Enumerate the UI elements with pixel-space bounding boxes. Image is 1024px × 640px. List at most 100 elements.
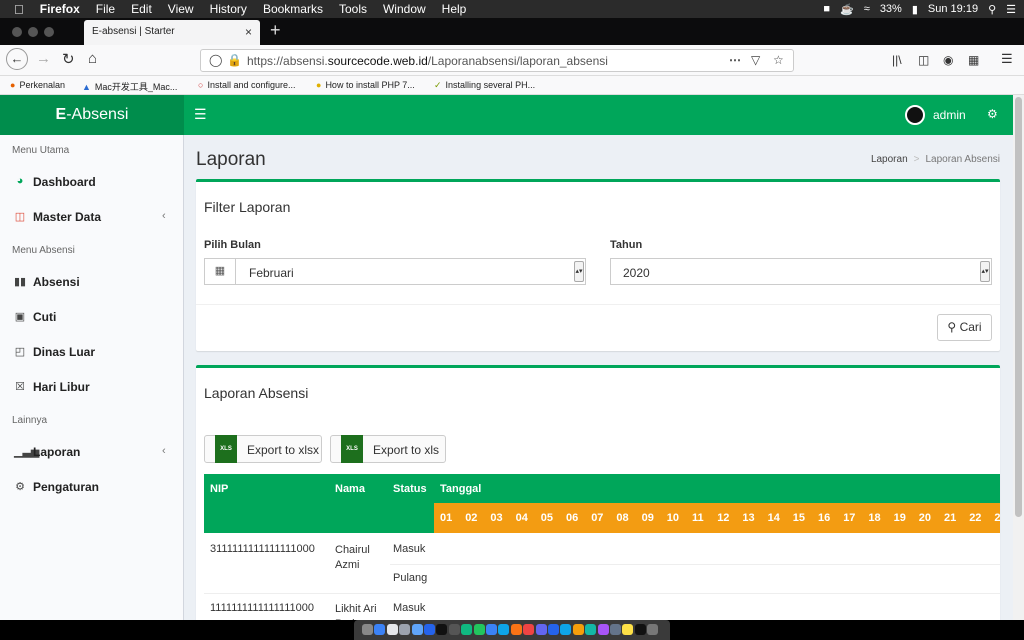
dock-app-icon[interactable]: [523, 624, 535, 635]
close-tab-icon[interactable]: ×: [245, 25, 252, 39]
sidebar-item-pengaturan[interactable]: ⚙ Pengaturan: [0, 472, 184, 502]
dock-app-icon[interactable]: [461, 624, 473, 635]
spotlight-icon[interactable]: ⚲: [988, 3, 996, 16]
dock-app-icon[interactable]: [424, 624, 435, 635]
menu-window[interactable]: Window: [383, 2, 426, 16]
reload-icon[interactable]: ↻: [62, 50, 75, 68]
table-cell-nama: Chairul Azmi: [335, 544, 370, 571]
menu-history[interactable]: History: [210, 2, 247, 16]
dock-app-icon[interactable]: [634, 624, 646, 635]
url-text[interactable]: https://absensi.sourcecode.web.id/Lapora…: [247, 54, 608, 68]
sidebar-item-dashboard[interactable]: ◕ Dashboard: [0, 167, 184, 197]
breadcrumb-link[interactable]: Laporan: [871, 154, 908, 165]
bookmark-item[interactable]: ✓ Installing several PH...: [434, 80, 535, 91]
sidebar-item-absensi[interactable]: ▮▮ Absensi: [0, 267, 184, 297]
home-icon[interactable]: ⌂: [88, 50, 97, 67]
app-logo[interactable]: E-Absensi: [0, 95, 184, 135]
new-tab-icon[interactable]: +: [270, 20, 281, 41]
year-select[interactable]: 2020 ▴▾: [610, 258, 992, 285]
bookmark-item[interactable]: ● Perkenalan: [10, 80, 65, 90]
url-bar[interactable]: ◯ 🔒 https://absensi.sourcecode.web.id/La…: [200, 49, 794, 72]
dock-app-icon[interactable]: [399, 624, 411, 635]
menu-bookmarks[interactable]: Bookmarks: [263, 2, 323, 16]
sidebar-toggle-icon[interactable]: ◫: [918, 53, 929, 67]
zoom-window-button[interactable]: [44, 27, 54, 37]
year-label: Tahun: [610, 239, 643, 251]
user-name[interactable]: admin: [933, 108, 966, 122]
back-icon[interactable]: ←: [6, 48, 28, 70]
sidebar-item-cuti[interactable]: ▣ Cuti: [0, 302, 184, 332]
sidebar-item-dinas-luar[interactable]: ◰ Dinas Luar: [0, 337, 184, 367]
row-divider: [390, 564, 1000, 565]
dock-app-icon[interactable]: [498, 624, 510, 635]
notification-icon[interactable]: ■: [823, 3, 830, 15]
dock-app-icon[interactable]: [362, 624, 373, 635]
extension-icon[interactable]: ▦: [968, 53, 979, 67]
browser-tab[interactable]: E-absensi | Starter ×: [84, 20, 260, 45]
dock-app-icon[interactable]: [610, 624, 621, 635]
menu-view[interactable]: View: [168, 2, 194, 16]
sidebar-item-master-data[interactable]: ◫ Master Data ‹: [0, 202, 184, 232]
dock-app-icon[interactable]: [448, 624, 460, 635]
user-avatar[interactable]: [905, 105, 925, 125]
clock[interactable]: Sun 19:19: [928, 3, 978, 15]
sidebar-toggle-icon[interactable]: ☰: [194, 106, 207, 123]
dock-app-icon[interactable]: [473, 624, 485, 635]
export-xlsx-button[interactable]: XLS Export to xlsx: [204, 435, 322, 463]
dock-app-icon[interactable]: [535, 624, 547, 635]
hamburger-menu-icon[interactable]: ☰: [1001, 51, 1013, 67]
dock-app-icon[interactable]: [585, 624, 597, 635]
export-xls-button[interactable]: XLS Export to xls: [330, 435, 446, 463]
menu-edit[interactable]: Edit: [131, 2, 152, 16]
bookmark-star-icon[interactable]: ☆: [773, 53, 784, 67]
library-icon[interactable]: ||\: [892, 53, 902, 67]
month-select[interactable]: ▦ Februari ▴▾: [204, 258, 586, 285]
dock-app-icon[interactable]: [411, 624, 423, 635]
apple-menu-icon[interactable]: : [14, 2, 24, 17]
page-actions-icon[interactable]: ⋯: [729, 53, 741, 67]
dock-app-icon[interactable]: [386, 624, 398, 635]
wifi-icon[interactable]: ≈: [864, 3, 870, 15]
sidebar-header: Menu Utama: [12, 145, 70, 156]
chevron-left-icon: ‹: [162, 210, 166, 222]
sidebar-item-laporan[interactable]: ▁▃▅ Laporan ‹: [0, 437, 184, 467]
tracking-shield-icon[interactable]: ◯: [209, 53, 222, 67]
forward-icon[interactable]: →: [36, 50, 51, 67]
scrollbar-thumb[interactable]: [1015, 97, 1022, 517]
bookmark-item[interactable]: ▲ Mac开发工具_Mac...: [82, 80, 177, 93]
bar-chart-icon: ▁▃▅: [14, 446, 40, 458]
menu-file[interactable]: File: [96, 2, 115, 16]
cup-icon[interactable]: ☕: [840, 3, 854, 16]
chevron-left-icon: ‹: [162, 445, 166, 457]
bookmark-item[interactable]: ○ Install and configure...: [198, 80, 296, 90]
dock-app-icon[interactable]: [486, 624, 497, 635]
page-scrollbar[interactable]: [1013, 95, 1024, 620]
dock-app-icon[interactable]: [560, 624, 572, 635]
search-button[interactable]: ⚲ Cari: [937, 314, 992, 341]
lock-icon[interactable]: 🔒: [227, 53, 242, 67]
battery-percent[interactable]: 33%: [880, 3, 902, 15]
day-column-header: 09: [641, 512, 654, 524]
dock-app-icon[interactable]: [374, 624, 386, 635]
close-window-button[interactable]: [12, 27, 22, 37]
app-menu[interactable]: Firefox: [40, 2, 80, 16]
minimize-window-button[interactable]: [28, 27, 38, 37]
pocket-icon[interactable]: ▽: [751, 53, 760, 67]
settings-cogs-icon[interactable]: ⚙: [987, 107, 998, 121]
dock-app-icon[interactable]: [572, 624, 584, 635]
dock-app-icon[interactable]: [647, 624, 659, 635]
account-icon[interactable]: ◉: [943, 53, 953, 67]
day-column-header: 21: [944, 512, 957, 524]
bookmark-item[interactable]: ● How to install PHP 7...: [316, 80, 415, 90]
sidebar-item-hari-libur[interactable]: ☒ Hari Libur: [0, 372, 184, 402]
day-column-header: 04: [515, 512, 528, 524]
dock-app-icon[interactable]: [548, 624, 559, 635]
menu-tools[interactable]: Tools: [339, 2, 367, 16]
dock-app-icon[interactable]: [597, 624, 609, 635]
table-cell-status: Masuk: [393, 543, 426, 555]
dock-app-icon[interactable]: [622, 624, 634, 635]
control-center-icon[interactable]: ☰: [1006, 3, 1016, 16]
dock-app-icon[interactable]: [436, 624, 448, 635]
menu-help[interactable]: Help: [442, 2, 467, 16]
dock-app-icon[interactable]: [510, 624, 522, 635]
